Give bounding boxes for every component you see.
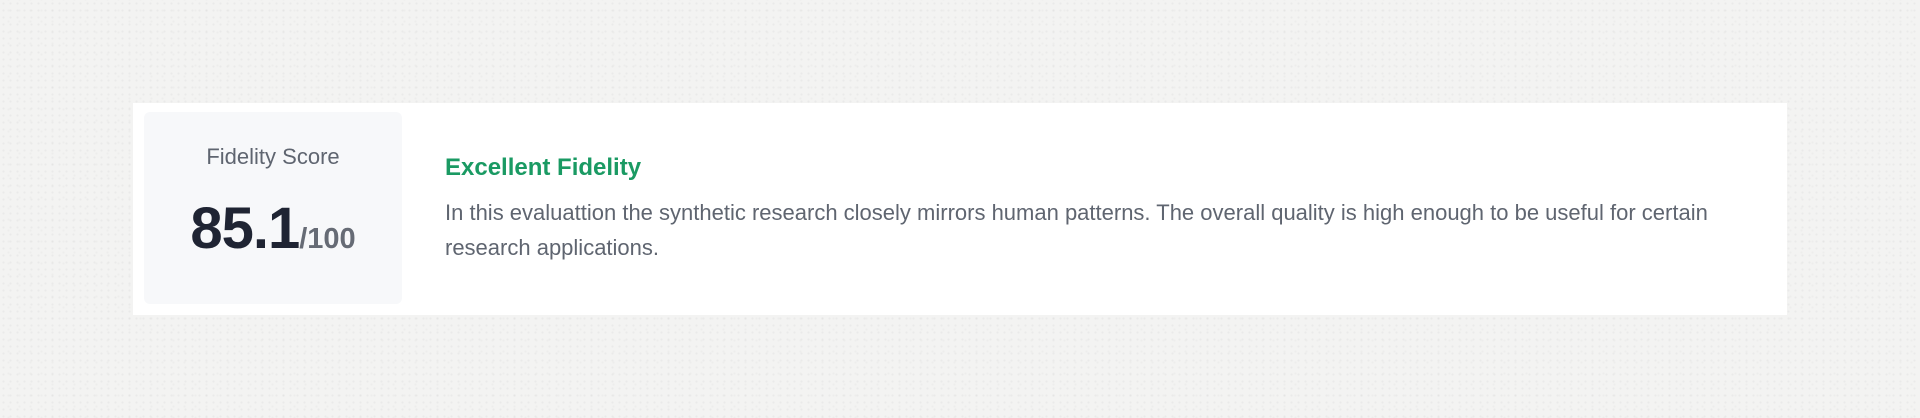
score-value-row: 85.1 /100	[190, 200, 355, 258]
summary-title: Excellent Fidelity	[445, 154, 642, 181]
score-label: Fidelity Score	[206, 144, 340, 169]
page: { "score_card": { "label": "Fidelity Sco…	[0, 0, 1920, 418]
score-max: /100	[299, 223, 356, 255]
score-value: 85.1	[190, 196, 300, 261]
summary-section: Excellent Fidelity In this evaluattion t…	[445, 103, 1787, 315]
score-box: Fidelity Score 85.1 /100	[144, 112, 402, 304]
summary-text: In this evaluattion the synthetic resear…	[445, 200, 1708, 260]
fidelity-card: Fidelity Score 85.1 /100 Excellent Fidel…	[133, 103, 1787, 315]
